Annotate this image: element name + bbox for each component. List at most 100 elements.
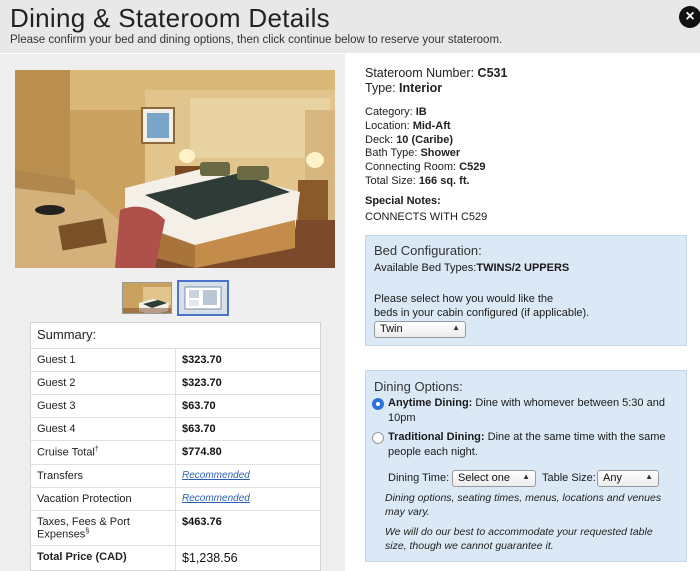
- summary-row-label: Guest 2: [31, 372, 176, 394]
- table-size-disclaimer: We will do our best to accommodate your …: [385, 526, 675, 553]
- location-value: Mid-Aft: [412, 119, 451, 132]
- page-title: Dining & Stateroom Details: [10, 3, 330, 33]
- left-panel: Summary: Guest 1 $323.70 Guest 2 $323.70 Gue…: [0, 54, 345, 571]
- summary-row-value: $323.70: [182, 377, 222, 389]
- dining-disclaimer-line2: may vary.: [385, 505, 430, 518]
- traditional-dining-option: Traditional Dining: Dine at the same tim…: [388, 430, 683, 459]
- bed-types-label: Available Bed Types:: [374, 262, 477, 274]
- summary-row-label: Transfers: [31, 464, 176, 487]
- summary-row-value: $63.70: [182, 400, 216, 412]
- summary-row-value: $463.76: [182, 515, 222, 528]
- summary-row: Guest 1 $323.70: [31, 349, 320, 372]
- table-size-label: Table Size:: [542, 472, 596, 484]
- dining-time-label: Dining Time:: [388, 472, 450, 484]
- thumbnail-photo[interactable]: [122, 282, 172, 314]
- deck-label: Deck:: [365, 133, 397, 146]
- summary-row-label: Guest 3: [31, 395, 176, 417]
- select-arrows-icon: ▲: [645, 472, 653, 481]
- bed-instructions-line2: beds in your cabin configured (if applic…: [374, 306, 590, 319]
- dining-time-select[interactable]: Select one ▲: [452, 470, 536, 487]
- close-icon[interactable]: ×: [679, 6, 700, 28]
- bed-instructions: Please select how you would like the bed…: [374, 293, 614, 320]
- select-arrows-icon: ▲: [522, 472, 530, 481]
- select-arrows-icon: ▲: [452, 323, 460, 332]
- stateroom-details: Stateroom Number: C531 Type: Interior Ca…: [365, 66, 685, 189]
- anytime-dining-desc2: 10pm: [388, 411, 416, 424]
- bath-type-label: Bath Type:: [365, 147, 421, 160]
- summary-row: Vacation Protection Recommended: [31, 487, 320, 511]
- anytime-dining-radio[interactable]: [372, 398, 384, 410]
- table-size-disclaimer-line1: We will do our best to accommodate your …: [385, 526, 653, 538]
- summary-row-value: $323.70: [182, 354, 222, 366]
- recommended-link[interactable]: Recommended: [176, 465, 320, 487]
- bed-types-value: TWINS/2 UPPERS: [476, 262, 570, 274]
- footnote-mark: †: [94, 446, 99, 453]
- summary-row: Guest 2 $323.70: [31, 372, 320, 395]
- summary-row-label: Vacation Protection: [31, 487, 176, 510]
- category-value: IB: [415, 106, 427, 118]
- summary-row-label-text: Guest 3: [37, 400, 76, 412]
- summary-row-label-text: Transfers: [37, 469, 84, 482]
- bed-types: Available Bed Types:TWINS/2 UPPERS: [374, 262, 569, 274]
- price-summary: Summary: Guest 1 $323.70 Guest 2 $323.70 Gue…: [30, 322, 321, 571]
- thumbnail-floorplan[interactable]: [177, 280, 229, 316]
- table-size-disclaimer-line2: size, though we cannot guarantee it.: [385, 539, 554, 552]
- summary-row: Cruise Total† $774.80: [31, 441, 320, 465]
- anytime-dining-label: Anytime Dining:: [388, 397, 473, 409]
- traditional-dining-radio[interactable]: [372, 432, 384, 444]
- bed-type-selected: Twin: [380, 323, 403, 335]
- summary-row: Guest 3 $63.70: [31, 395, 320, 418]
- dining-options-title: Dining Options:: [374, 379, 463, 394]
- summary-row-label: Guest 4: [31, 418, 176, 440]
- bed-instructions-line1: Please select how you would like the: [374, 293, 554, 305]
- summary-row-label-text: Vacation Protection: [37, 492, 132, 505]
- summary-row-label-text: Guest 1: [37, 354, 76, 366]
- summary-row-label-text: Guest 2: [37, 377, 76, 389]
- summary-row: Taxes, Fees & Port Expenses§ $463.76: [31, 510, 320, 547]
- summary-row-label-text: Taxes, Fees & Port Expenses: [37, 515, 130, 541]
- dining-time-selected: Select one: [458, 472, 510, 484]
- table-size-selected: Any: [603, 472, 622, 484]
- stateroom-number: C531: [477, 66, 508, 80]
- anytime-dining-option: Anytime Dining: Dine with whomever betwe…: [388, 396, 683, 425]
- bed-configuration-panel: Bed Configuration: Available Bed Types:T…: [365, 235, 687, 346]
- summary-row: Guest 4 $63.70: [31, 418, 320, 441]
- summary-row-value: $774.80: [182, 446, 222, 458]
- type-label: Type:: [365, 81, 400, 95]
- connecting-room-value: C529: [459, 161, 486, 174]
- summary-row-label: Guest 1: [31, 349, 176, 371]
- connecting-room-label: Connecting Room:: [365, 161, 460, 174]
- page-header: Dining & Stateroom Details Please confir…: [0, 0, 700, 53]
- summary-row: Transfers Recommended: [31, 464, 320, 488]
- total-size-value: 166 sq. ft.: [418, 174, 470, 187]
- recommended-link[interactable]: Recommended: [176, 488, 320, 510]
- summary-row-value: $1,238.56: [182, 551, 238, 566]
- anytime-dining-desc: Dine with whomever between 5:30 and: [472, 397, 665, 409]
- summary-title: Summary:: [31, 323, 320, 349]
- total-size-label: Total Size:: [365, 174, 419, 187]
- summary-row-label-text: Guest 4: [37, 423, 76, 435]
- page-subtitle: Please confirm your bed and dining optio…: [10, 34, 503, 46]
- summary-row-label: Taxes, Fees & Port Expenses§: [31, 510, 176, 546]
- traditional-dining-desc: Dine at the same time with the same: [484, 431, 666, 443]
- dining-options-panel: Dining Options: Anytime Dining: Dine wit…: [365, 370, 687, 562]
- footnote-mark: §: [85, 527, 90, 535]
- traditional-dining-desc2: people each night.: [388, 445, 478, 458]
- location-label: Location:: [365, 119, 413, 132]
- bath-type-value: Shower: [420, 147, 461, 160]
- summary-row-label-text: Cruise Total: [37, 446, 95, 459]
- bed-type-select[interactable]: Twin ▲: [374, 321, 466, 338]
- summary-row-label: Total Price (CAD): [31, 546, 176, 571]
- stateroom-number-label: Stateroom Number:: [365, 66, 478, 80]
- summary-row-label: Cruise Total†: [31, 441, 176, 464]
- traditional-dining-label: Traditional Dining:: [388, 431, 485, 443]
- deck-value: 10 (Caribe): [396, 133, 454, 146]
- summary-row-value: $63.70: [182, 423, 216, 435]
- table-size-select[interactable]: Any ▲: [597, 470, 659, 487]
- summary-row-label-text: Total Price (CAD): [37, 551, 127, 564]
- special-notes-text: CONNECTS WITH C529: [365, 211, 488, 223]
- special-notes-label: Special Notes:: [365, 195, 441, 207]
- bed-configuration-title: Bed Configuration:: [374, 243, 482, 258]
- stateroom-type: Interior: [399, 81, 443, 95]
- summary-row: Total Price (CAD) $1,238.56: [31, 546, 320, 571]
